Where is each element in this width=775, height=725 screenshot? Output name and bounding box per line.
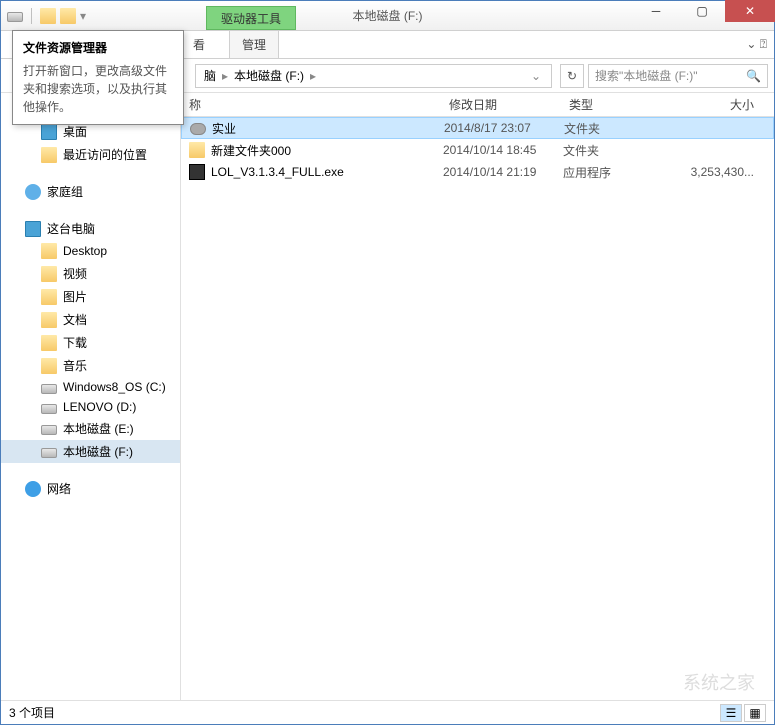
computer-icon bbox=[25, 221, 41, 237]
folder-icon bbox=[41, 243, 57, 259]
sidebar-item-os-drive[interactable]: Windows8_OS (C:) bbox=[1, 377, 180, 397]
folder-icon bbox=[41, 289, 57, 305]
file-date: 2014/10/14 21:19 bbox=[441, 165, 561, 179]
folder-icon bbox=[41, 312, 57, 328]
navigation-pane: 下载 桌面 最近访问的位置 家庭组 这台电脑 Desktop 视频 图片 文档 … bbox=[1, 93, 181, 700]
file-type: 文件夹 bbox=[561, 142, 661, 159]
refresh-button[interactable]: ↻ bbox=[560, 64, 584, 88]
search-icon[interactable]: 🔍 bbox=[746, 69, 761, 83]
search-input[interactable]: 搜索"本地磁盘 (F:)" 🔍 bbox=[588, 64, 768, 88]
sidebar-item-desktop-folder[interactable]: Desktop bbox=[1, 240, 180, 262]
window-title: 本地磁盘 (F:) bbox=[353, 7, 423, 24]
homegroup-icon bbox=[25, 184, 41, 200]
column-size[interactable]: 大小 bbox=[661, 96, 774, 113]
file-menu-tooltip: 文件资源管理器 打开新窗口，更改高级文件夹和搜索选项，以及执行其他操作。 bbox=[12, 30, 184, 125]
drive-icon bbox=[41, 425, 57, 435]
status-bar: 3 个项目 ☰ ▦ bbox=[1, 700, 774, 724]
tooltip-body: 打开新窗口，更改高级文件夹和搜索选项，以及执行其他操作。 bbox=[23, 62, 173, 116]
file-row[interactable]: 实业 2014/8/17 23:07文件夹 bbox=[181, 117, 774, 139]
ribbon-expand-icon[interactable]: ⌄ ⍰ bbox=[746, 37, 767, 52]
drive-icon bbox=[41, 448, 57, 458]
column-headers: 称 修改日期 类型 大小 bbox=[181, 93, 774, 117]
file-date: 2014/8/17 23:07 bbox=[442, 121, 562, 135]
folder-icon bbox=[41, 266, 57, 282]
file-icon bbox=[189, 142, 205, 158]
file-name: 新建文件夹000 bbox=[211, 142, 291, 159]
sidebar-item-lenovo-drive[interactable]: LENOVO (D:) bbox=[1, 397, 180, 417]
crumb-separator-icon[interactable]: ▸ bbox=[220, 69, 230, 83]
contextual-tabs: 驱动器工具 bbox=[206, 1, 296, 30]
new-folder-icon[interactable] bbox=[60, 8, 76, 24]
maximize-button[interactable]: ▢ bbox=[679, 0, 725, 22]
minimize-button[interactable]: ─ bbox=[633, 0, 679, 22]
address-dropdown-icon[interactable]: ⌄ bbox=[525, 69, 547, 83]
sidebar-item-videos[interactable]: 视频 bbox=[1, 262, 180, 285]
drive-icon bbox=[41, 404, 57, 414]
close-button[interactable]: ✕ bbox=[725, 0, 775, 22]
desktop-icon bbox=[41, 124, 57, 140]
column-date[interactable]: 修改日期 bbox=[441, 96, 561, 113]
sidebar-item-local-e[interactable]: 本地磁盘 (E:) bbox=[1, 417, 180, 440]
crumb-drive[interactable]: 本地磁盘 (F:) bbox=[230, 67, 308, 84]
properties-icon[interactable] bbox=[40, 8, 56, 24]
file-type: 应用程序 bbox=[561, 164, 661, 181]
item-count: 3 个项目 bbox=[9, 704, 55, 721]
sidebar-item-downloads2[interactable]: 下载 bbox=[1, 331, 180, 354]
folder-icon bbox=[41, 335, 57, 351]
titlebar: ▾ 驱动器工具 本地磁盘 (F:) ─ ▢ ✕ bbox=[1, 1, 774, 31]
folder-icon bbox=[41, 358, 57, 374]
network-icon bbox=[25, 481, 41, 497]
sidebar-item-homegroup[interactable]: 家庭组 bbox=[1, 180, 180, 203]
search-placeholder: 搜索"本地磁盘 (F:)" bbox=[595, 67, 698, 84]
app-icon[interactable] bbox=[7, 12, 23, 22]
file-icon bbox=[190, 123, 206, 135]
sidebar-item-documents[interactable]: 文档 bbox=[1, 308, 180, 331]
file-row[interactable]: LOL_V3.1.3.4_FULL.exe 2014/10/14 21:19应用程… bbox=[181, 161, 774, 183]
window-controls: ─ ▢ ✕ bbox=[633, 0, 775, 22]
drive-icon bbox=[41, 384, 57, 394]
file-row[interactable]: 新建文件夹000 2014/10/14 18:45文件夹 bbox=[181, 139, 774, 161]
content-area: 称 修改日期 类型 大小 实业2014/8/17 23:07文件夹新建文件夹00… bbox=[181, 93, 774, 700]
sidebar-item-this-pc[interactable]: 这台电脑 bbox=[1, 217, 180, 240]
sidebar-item-pictures[interactable]: 图片 bbox=[1, 285, 180, 308]
file-icon bbox=[189, 164, 205, 180]
column-type[interactable]: 类型 bbox=[561, 96, 661, 113]
file-date: 2014/10/14 18:45 bbox=[441, 143, 561, 157]
sidebar-item-local-f[interactable]: 本地磁盘 (F:) bbox=[1, 440, 180, 463]
file-size: 3,253,430... bbox=[661, 165, 774, 179]
details-view-button[interactable]: ☰ bbox=[720, 704, 742, 722]
tooltip-title: 文件资源管理器 bbox=[23, 39, 173, 56]
body-area: 下载 桌面 最近访问的位置 家庭组 这台电脑 Desktop 视频 图片 文档 … bbox=[1, 93, 774, 700]
view-tab[interactable]: 看 bbox=[181, 31, 217, 58]
sidebar-item-music[interactable]: 音乐 bbox=[1, 354, 180, 377]
drive-tools-tab[interactable]: 驱动器工具 bbox=[206, 6, 296, 30]
crumb-computer[interactable]: 脑 bbox=[200, 67, 220, 84]
file-list: 实业2014/8/17 23:07文件夹新建文件夹0002014/10/14 1… bbox=[181, 117, 774, 183]
sidebar-item-recent[interactable]: 最近访问的位置 bbox=[1, 143, 180, 166]
view-toggle: ☰ ▦ bbox=[720, 704, 766, 722]
qat-separator bbox=[31, 8, 32, 24]
manage-tab[interactable]: 管理 bbox=[229, 31, 279, 58]
address-bar[interactable]: 脑 ▸ 本地磁盘 (F:) ▸ ⌄ bbox=[195, 64, 552, 88]
sidebar-item-network[interactable]: 网络 bbox=[1, 477, 180, 500]
icons-view-button[interactable]: ▦ bbox=[744, 704, 766, 722]
file-name: 实业 bbox=[212, 120, 236, 137]
file-name: LOL_V3.1.3.4_FULL.exe bbox=[211, 165, 344, 179]
recent-icon bbox=[41, 147, 57, 163]
crumb-separator-icon[interactable]: ▸ bbox=[308, 69, 318, 83]
column-name[interactable]: 称 bbox=[181, 96, 441, 113]
file-type: 文件夹 bbox=[562, 120, 662, 137]
qat-dropdown-icon[interactable]: ▾ bbox=[80, 9, 86, 23]
quick-access-toolbar: ▾ bbox=[1, 8, 86, 24]
